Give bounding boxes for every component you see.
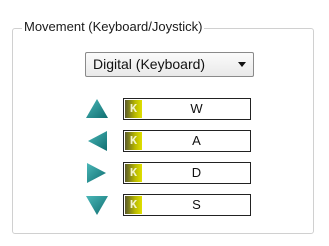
key-label-up: W bbox=[190, 101, 203, 116]
key-label-right: D bbox=[191, 165, 202, 180]
keyboard-badge-icon: K bbox=[125, 100, 142, 118]
movement-mode-select[interactable]: Digital (Keyboard) bbox=[85, 52, 254, 77]
dropdown-arrow-icon bbox=[238, 62, 246, 67]
key-label-down: S bbox=[192, 197, 201, 212]
binding-row-left: K A bbox=[84, 128, 254, 154]
keyboard-badge-icon: K bbox=[125, 164, 142, 182]
key-binding-up[interactable]: K W bbox=[123, 98, 251, 120]
arrow-left-icon bbox=[88, 131, 107, 151]
keyboard-badge-icon: K bbox=[125, 132, 142, 150]
binding-row-down: K S bbox=[84, 192, 254, 218]
key-binding-down[interactable]: K S bbox=[123, 194, 251, 216]
key-binding-left[interactable]: K A bbox=[123, 130, 251, 152]
arrow-right-icon bbox=[87, 163, 106, 183]
key-label-left: A bbox=[192, 133, 201, 148]
keyboard-badge-icon: K bbox=[125, 196, 142, 214]
movement-mode-value: Digital (Keyboard) bbox=[93, 56, 206, 72]
binding-row-right: K D bbox=[84, 160, 254, 186]
arrow-up-icon bbox=[86, 99, 108, 118]
key-binding-right[interactable]: K D bbox=[123, 162, 251, 184]
groupbox-title: Movement (Keyboard/Joystick) bbox=[22, 18, 205, 36]
binding-row-up: K W bbox=[84, 96, 254, 122]
movement-settings-panel: Movement (Keyboard/Joystick) Digital (Ke… bbox=[0, 0, 329, 246]
arrow-down-icon bbox=[86, 196, 108, 215]
